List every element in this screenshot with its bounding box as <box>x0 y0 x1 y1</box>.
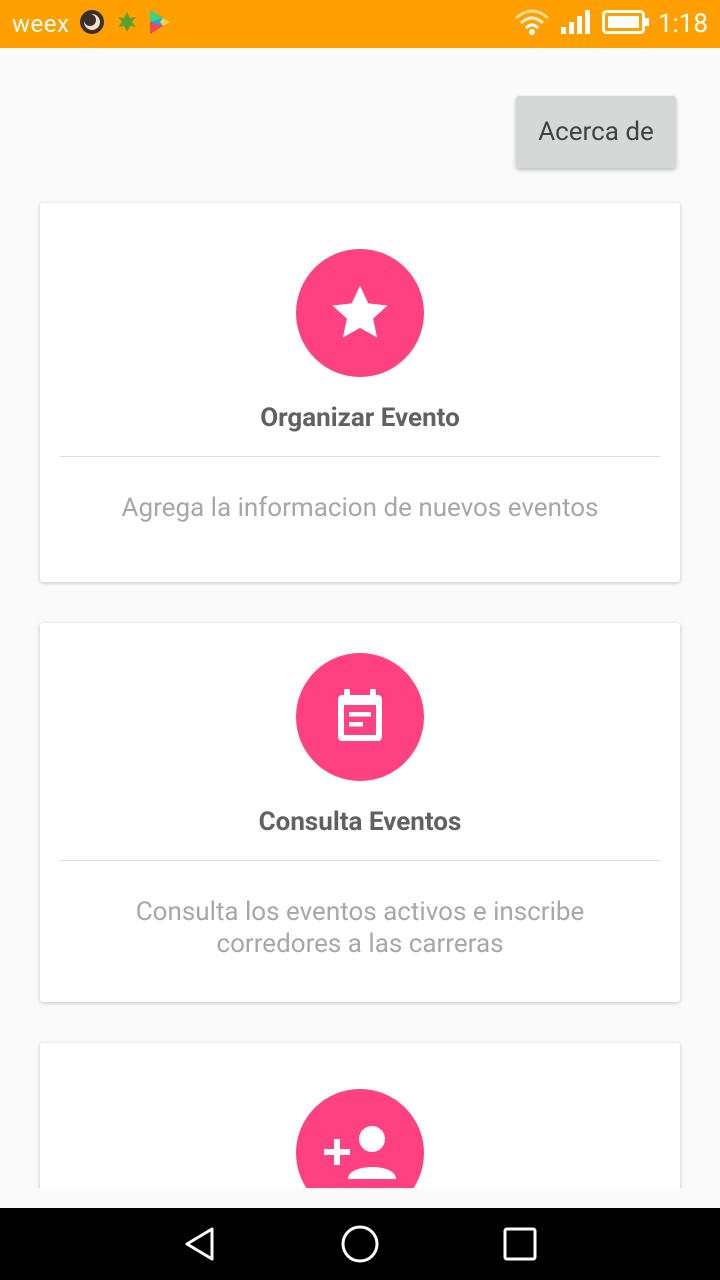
card-icon-circle <box>296 249 424 377</box>
main-content[interactable]: Acerca de Organizar Evento Agrega la inf… <box>0 48 720 1188</box>
card-description: Agrega la informacion de nuevos eventos <box>121 493 599 523</box>
wifi-icon <box>514 8 550 40</box>
card-title: Organizar Evento <box>260 403 460 433</box>
card-divider <box>60 860 660 861</box>
play-store-icon <box>149 9 171 39</box>
weex-app-icon <box>79 9 105 39</box>
status-left: weex <box>12 0 171 48</box>
signal-icon <box>560 9 592 39</box>
battery-icon <box>601 9 650 39</box>
back-icon[interactable] <box>180 1224 220 1264</box>
person-add-icon <box>324 1126 396 1179</box>
home-icon[interactable] <box>340 1224 380 1264</box>
about-button[interactable]: Acerca de <box>516 96 676 168</box>
card-description: Consulta los eventos activos e inscribe … <box>135 897 585 959</box>
status-bar: weex 1:18 <box>0 0 720 48</box>
leaf-icon <box>115 10 139 38</box>
clock: 1:18 <box>657 9 708 39</box>
navigation-bar <box>0 1208 720 1280</box>
card-icon-circle <box>296 653 424 781</box>
event-note-icon <box>338 689 382 741</box>
register-runner-card[interactable] <box>40 1043 680 1188</box>
organize-event-card[interactable]: Organizar Evento Agrega la informacion d… <box>40 203 680 582</box>
recents-icon[interactable] <box>500 1224 540 1264</box>
star-icon <box>332 285 388 338</box>
status-right: 1:18 <box>504 0 708 48</box>
card-title: Consulta Eventos <box>258 807 462 837</box>
card-icon-circle <box>296 1089 424 1188</box>
carrier-label: weex <box>12 10 70 38</box>
consult-events-card[interactable]: Consulta Eventos Consulta los eventos ac… <box>40 623 680 1002</box>
card-divider <box>60 456 660 457</box>
